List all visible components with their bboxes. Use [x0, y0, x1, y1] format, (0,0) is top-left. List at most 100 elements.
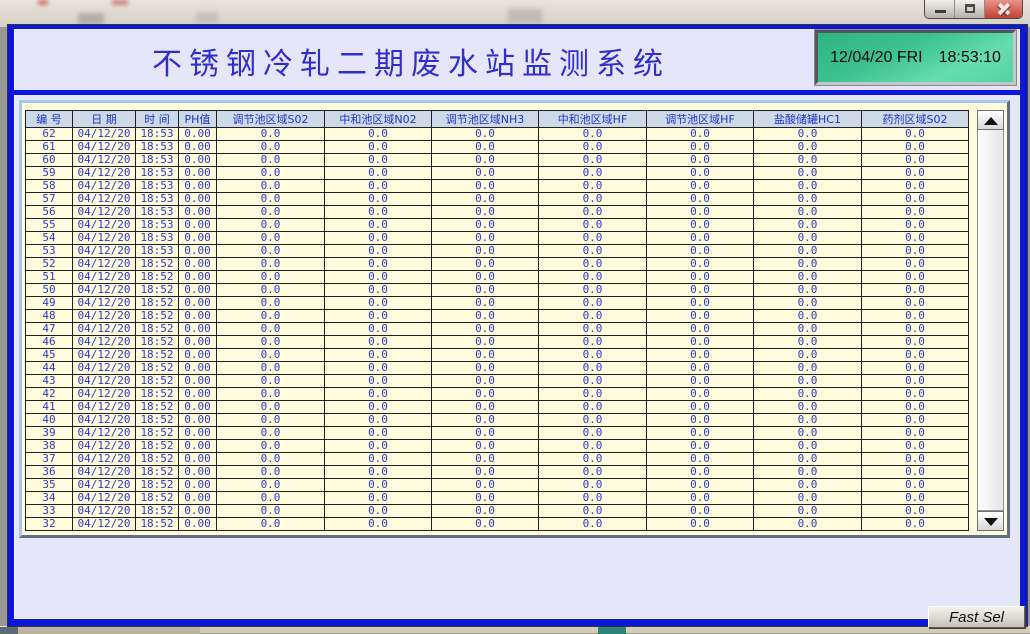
table-cell: 0.0	[217, 297, 325, 310]
table-cell: 0.0	[647, 466, 754, 479]
scroll-up-button[interactable]	[977, 110, 1004, 130]
table-cell: 0.0	[754, 219, 862, 232]
close-button[interactable]	[984, 0, 1022, 18]
table-cell: 0.00	[179, 518, 217, 531]
table-cell: 57	[26, 193, 73, 206]
table-cell: 04/12/20	[73, 128, 136, 141]
table-cell: 18:53	[136, 180, 179, 193]
table-cell: 0.0	[647, 479, 754, 492]
table-cell: 0.0	[754, 375, 862, 388]
table-cell: 39	[26, 427, 73, 440]
table-cell: 0.0	[325, 427, 432, 440]
table-cell: 0.0	[539, 167, 647, 180]
maximize-button[interactable]	[954, 0, 984, 18]
fast-sel-button[interactable]: Fast Sel	[928, 606, 1025, 628]
table-cell: 04/12/20	[73, 245, 136, 258]
table-cell: 0.0	[754, 440, 862, 453]
table-cell: 0.0	[862, 492, 969, 505]
table-cell: 0.00	[179, 453, 217, 466]
table-row: 5504/12/2018:530.000.00.00.00.00.00.00.0	[26, 219, 969, 232]
table-cell: 0.0	[647, 336, 754, 349]
table-cell: 46	[26, 336, 73, 349]
table-cell: 0.0	[217, 219, 325, 232]
column-header: 调节池区域S02	[217, 111, 325, 128]
table-cell: 0.00	[179, 414, 217, 427]
table-cell: 41	[26, 401, 73, 414]
table-cell: 04/12/20	[73, 362, 136, 375]
table-cell: 0.0	[217, 245, 325, 258]
table-cell: 0.0	[754, 427, 862, 440]
table-cell: 48	[26, 310, 73, 323]
table-cell: 0.0	[325, 167, 432, 180]
table-cell: 0.0	[754, 245, 862, 258]
table-cell: 0.0	[325, 232, 432, 245]
table-cell: 0.00	[179, 258, 217, 271]
table-cell: 0.0	[432, 531, 539, 532]
table-cell: 0.0	[539, 518, 647, 531]
table-cell: 0.0	[325, 310, 432, 323]
table-row: 5204/12/2018:520.000.00.00.00.00.00.00.0	[26, 258, 969, 271]
table-cell: 0.0	[754, 388, 862, 401]
table-cell: 04/12/20	[73, 414, 136, 427]
table-cell: 0.0	[325, 388, 432, 401]
background-red-mark	[38, 0, 48, 5]
table-cell: 0.0	[217, 388, 325, 401]
table-cell: 31	[26, 531, 73, 532]
table-row: 5104/12/2018:520.000.00.00.00.00.00.00.0	[26, 271, 969, 284]
table-cell: 0.0	[325, 141, 432, 154]
table-cell: 04/12/20	[73, 141, 136, 154]
table-cell: 04/12/20	[73, 167, 136, 180]
vertical-scrollbar[interactable]	[977, 110, 1004, 531]
table-cell: 59	[26, 167, 73, 180]
table-cell: 0.0	[217, 466, 325, 479]
table-cell: 0.0	[647, 323, 754, 336]
table-cell: 0.0	[432, 154, 539, 167]
table-cell: 0.0	[325, 336, 432, 349]
table-cell: 0.0	[754, 323, 862, 336]
minimize-button[interactable]	[925, 0, 954, 18]
table-cell: 33	[26, 505, 73, 518]
table-cell: 0.0	[217, 141, 325, 154]
table-cell: 0.0	[647, 128, 754, 141]
background-window-strip	[0, 0, 1030, 27]
table-cell: 0.0	[217, 180, 325, 193]
table-body: 6204/12/2018:530.000.00.00.00.00.00.00.0…	[26, 128, 969, 532]
table-row: 6004/12/2018:530.000.00.00.00.00.00.00.0	[26, 154, 969, 167]
table-cell: 0.0	[647, 154, 754, 167]
table-cell: 0.0	[862, 349, 969, 362]
table-cell: 0.0	[862, 141, 969, 154]
table-cell: 04/12/20	[73, 427, 136, 440]
table-cell: 0.00	[179, 349, 217, 362]
table-cell: 0.0	[647, 401, 754, 414]
table-cell: 0.0	[647, 375, 754, 388]
table-cell: 0.0	[325, 284, 432, 297]
scrollbar-track[interactable]	[977, 130, 1004, 511]
table-cell: 18:52	[136, 440, 179, 453]
table-cell: 18:52	[136, 349, 179, 362]
table-cell: 0.00	[179, 154, 217, 167]
table-cell: 0.0	[862, 427, 969, 440]
table-cell: 0.00	[179, 167, 217, 180]
table-cell: 0.0	[432, 336, 539, 349]
table-row: 4804/12/2018:520.000.00.00.00.00.00.00.0	[26, 310, 969, 323]
table-cell: 0.0	[217, 349, 325, 362]
table-cell: 18:53	[136, 154, 179, 167]
table-cell: 18:52	[136, 492, 179, 505]
column-header: 时 间	[136, 111, 179, 128]
table-cell: 0.0	[862, 323, 969, 336]
table-cell: 0.0	[217, 518, 325, 531]
table-cell: 18:52	[136, 505, 179, 518]
table-cell: 0.0	[754, 154, 862, 167]
table-cell: 18:52	[136, 401, 179, 414]
table-cell: 04/12/20	[73, 193, 136, 206]
table-cell: 0.0	[862, 518, 969, 531]
table-cell: 18:53	[136, 193, 179, 206]
table-cell: 0.0	[647, 271, 754, 284]
table-cell: 0.0	[862, 232, 969, 245]
table-cell: 0.0	[647, 362, 754, 375]
table-cell: 0.00	[179, 284, 217, 297]
scroll-down-button[interactable]	[977, 511, 1004, 531]
table-cell: 0.0	[432, 180, 539, 193]
table-cell: 18:53	[136, 128, 179, 141]
table-cell: 0.0	[432, 440, 539, 453]
